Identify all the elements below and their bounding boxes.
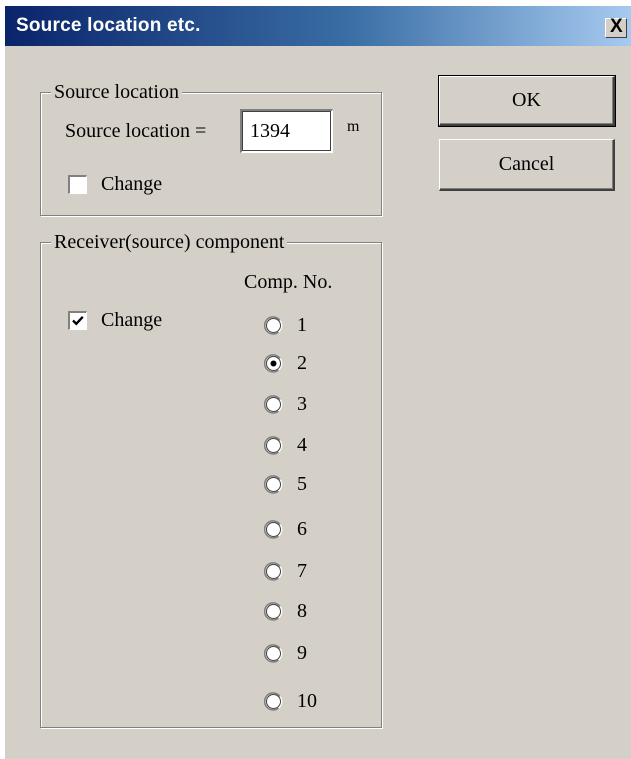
ok-label: OK (512, 89, 541, 111)
source-location-label: Source location = (65, 120, 207, 142)
source-location-group: Source location Source location = 1394 m… (40, 80, 382, 216)
close-button[interactable]: X (605, 16, 627, 38)
comp-radio-9[interactable] (263, 644, 283, 663)
radio-circle-icon (263, 436, 283, 455)
component-change-checkbox[interactable] (68, 311, 87, 330)
comp-radio-4[interactable] (263, 436, 283, 455)
radio-circle-icon (263, 692, 283, 711)
close-icon: X (610, 16, 623, 37)
comp-radio-6[interactable] (263, 520, 283, 539)
comp-radio-7[interactable] (263, 562, 283, 581)
source-location-value: 1394 (250, 120, 290, 142)
radio-circle-icon (263, 520, 283, 539)
source-change-checkbox[interactable] (68, 175, 87, 194)
comp-radio-label: 7 (297, 560, 307, 582)
unit-label: m (347, 118, 360, 135)
cancel-button[interactable]: Cancel (439, 139, 615, 191)
radio-circle-icon (263, 354, 283, 373)
radio-circle-icon (263, 644, 283, 663)
comp-radio-label: 8 (297, 600, 307, 622)
comp-radio-label: 4 (297, 434, 307, 456)
dialog-window: Source location etc. X Source location S… (3, 4, 631, 759)
checkmark-icon (72, 316, 84, 326)
radio-circle-icon (263, 602, 283, 621)
component-group: Receiver(source) component Comp. No. Cha… (40, 230, 382, 728)
comp-no-header: Comp. No. (244, 271, 333, 293)
radio-circle-icon (263, 395, 283, 414)
comp-radio-5[interactable] (263, 475, 283, 494)
comp-radio-label: 9 (297, 642, 307, 664)
comp-radio-label: 1 (297, 314, 307, 336)
comp-radio-label: 5 (297, 473, 307, 495)
comp-radio-label: 2 (297, 352, 307, 374)
comp-radio-label: 3 (297, 393, 307, 415)
cancel-label: Cancel (498, 153, 555, 175)
comp-radio-10[interactable] (263, 692, 283, 711)
source-location-legend: Source location (51, 80, 182, 104)
comp-radio-label: 6 (297, 518, 307, 540)
comp-radio-1[interactable] (263, 316, 283, 335)
comp-radio-3[interactable] (263, 395, 283, 414)
source-location-input[interactable]: 1394 (240, 109, 333, 153)
radio-circle-icon (263, 316, 283, 335)
window-title: Source location etc. (16, 15, 201, 36)
component-change-label: Change (101, 309, 163, 331)
source-change-label: Change (101, 173, 163, 195)
comp-radio-label: 10 (297, 690, 317, 712)
ok-button[interactable]: OK (438, 75, 616, 127)
comp-radio-8[interactable] (263, 602, 283, 621)
comp-radio-2[interactable] (263, 354, 283, 373)
radio-circle-icon (263, 475, 283, 494)
component-legend: Receiver(source) component (51, 230, 288, 254)
radio-circle-icon (263, 562, 283, 581)
title-bar[interactable]: Source location etc. X (5, 6, 631, 46)
